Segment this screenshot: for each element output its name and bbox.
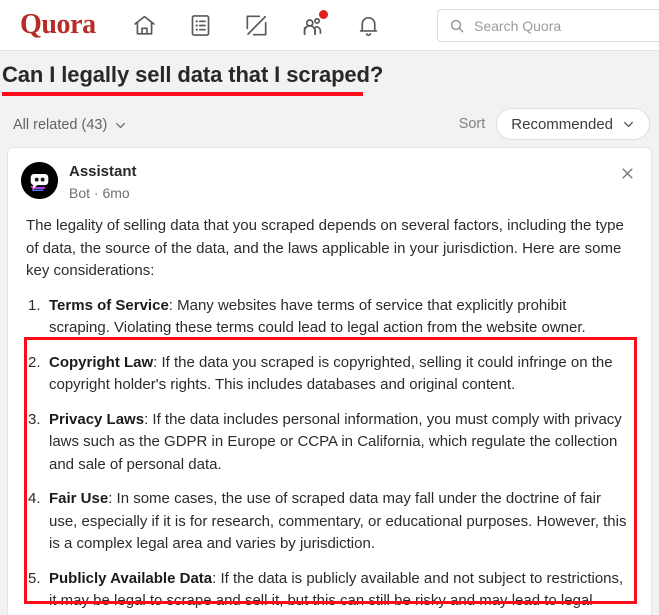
answer-intro-paragraph: The legality of selling data that you sc… [26,217,624,279]
answer-card: Assistant Bot · 6mo The legality of sell… [7,147,652,615]
list-item-term: Privacy Laws [49,410,145,428]
title-red-underline-annotation [2,92,363,96]
people-icon[interactable] [298,10,328,40]
bell-icon[interactable] [354,10,384,40]
search-icon [450,19,464,32]
write-icon[interactable] [242,10,272,40]
list-item: Fair Use: In some cases, the use of scra… [26,488,631,556]
quora-logo[interactable]: Quora [20,11,96,39]
page-title: Can I legally sell data that I scraped? [2,62,384,87]
list-item-term: Terms of Service [49,296,169,314]
close-icon[interactable] [617,163,637,183]
list-item-term: Copyright Law [49,353,154,371]
list-item: Privacy Laws: If the data includes perso… [26,409,631,477]
list-item: Copyright Law: If the data you scraped i… [26,352,631,397]
chevron-down-icon [624,121,633,127]
sort-controls: Sort Recommended [459,108,650,140]
author-meta: Bot · 6mo [69,185,130,201]
assistant-bot-avatar[interactable] [21,162,58,199]
notification-badge-dot [318,10,328,19]
search-input[interactable]: Search Quora [437,9,659,42]
sort-dropdown[interactable]: Recommended [496,108,650,140]
author-name[interactable]: Assistant [69,163,137,181]
answer-body: The legality of selling data that you sc… [8,202,651,615]
sort-label: Sort [458,116,486,132]
search-placeholder: Search Quora [474,17,562,34]
home-icon[interactable] [130,10,160,40]
list-item-term: Fair Use [49,490,109,507]
sort-value: Recommended [511,115,613,133]
question-title-area: Can I legally sell data that I scraped? [0,62,659,96]
quora-page: Quora Search Quora Can I legally sell da… [0,0,659,615]
list-item-text: : In some cases, the use of scraped data… [49,490,627,552]
list-item-term: Publicly Available Data [49,569,213,587]
top-navigation-bar: Quora Search Quora [0,0,659,51]
key-considerations-list: Terms of Service: Many websites have ter… [26,295,631,615]
all-related-dropdown[interactable]: All related (43) [13,117,127,133]
list-item: Publicly Available Data: If the data is … [26,568,631,615]
all-related-label: All related (43) [13,117,108,133]
filter-bar: All related (43) Sort Recommended [0,108,659,142]
spaces-icon[interactable] [186,10,216,40]
nav-icon-group [130,10,384,40]
answer-header: Assistant Bot · 6mo [8,148,651,202]
avatar-bot-face [21,162,58,199]
answer-byline: Assistant Bot · 6mo [69,162,137,202]
list-item: Terms of Service: Many websites have ter… [26,295,631,340]
chevron-down-icon [116,122,126,128]
